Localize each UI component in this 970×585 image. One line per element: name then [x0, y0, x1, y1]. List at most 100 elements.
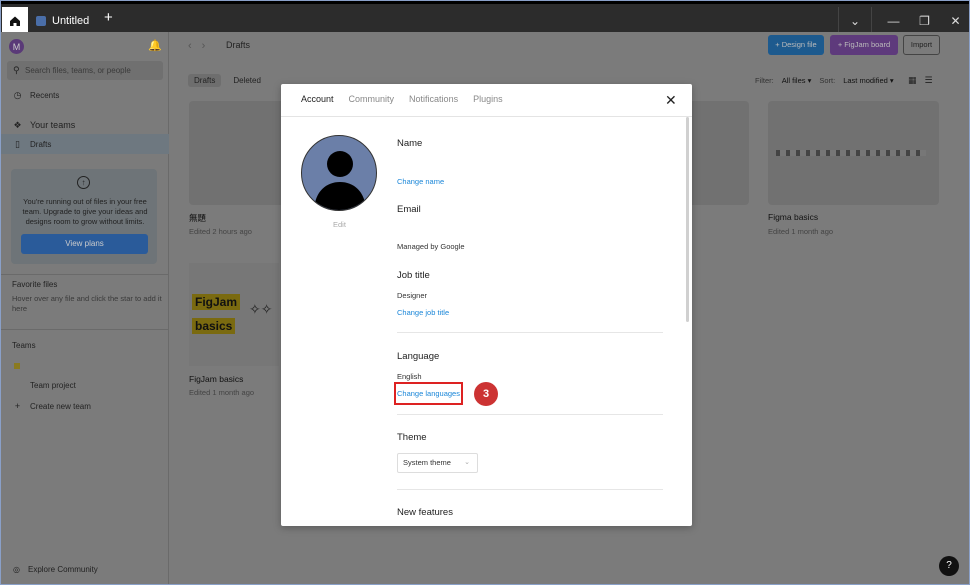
- divider: [397, 489, 663, 490]
- avatar[interactable]: M: [9, 39, 24, 54]
- tab-title: Untitled: [52, 15, 90, 27]
- close-window-button[interactable]: ✕: [940, 7, 969, 35]
- divider: [397, 414, 663, 415]
- language-heading: Language: [397, 351, 440, 362]
- help-button[interactable]: ?: [939, 556, 959, 576]
- upgrade-promo: ↑ You're running out of files in your fr…: [11, 169, 157, 264]
- change-job-title-link[interactable]: Change job title: [397, 308, 449, 317]
- file-card-title[interactable]: 無題: [189, 212, 206, 224]
- theme-value: System theme: [403, 458, 451, 467]
- file-card-thumbnail[interactable]: FigJam basics ✧✧: [189, 263, 279, 366]
- figma-icon: ❖: [13, 119, 22, 130]
- thumbnail-text: FigJam: [192, 294, 241, 310]
- globe-icon: ◎: [13, 565, 20, 574]
- user-silhouette-icon: [314, 151, 366, 210]
- profile-photo[interactable]: [301, 135, 377, 211]
- explore-label: Explore Community: [27, 565, 98, 574]
- step-badge: 3: [474, 382, 498, 406]
- create-team-button[interactable]: + Create new team: [1, 396, 169, 416]
- tab-untitled[interactable]: Untitled: [28, 7, 98, 35]
- account-settings-modal: Account Community Notifications Plugins …: [281, 84, 692, 526]
- breadcrumb: Drafts: [226, 40, 251, 50]
- file-card-subtitle: Edited 2 hours ago: [189, 227, 252, 236]
- theme-select[interactable]: System theme ⌄: [397, 453, 478, 473]
- favorite-files-heading: Favorite files: [12, 280, 58, 289]
- tab-drafts[interactable]: Drafts: [188, 74, 222, 87]
- filter-bar: Filter: All files ▾ Sort: Last modified …: [755, 76, 894, 85]
- scrollbar[interactable]: [686, 117, 689, 322]
- email-heading: Email: [397, 204, 421, 215]
- new-figjam-board-button[interactable]: + FigJam board: [830, 35, 898, 55]
- bell-icon[interactable]: 🔔: [148, 39, 162, 52]
- divider: [281, 116, 692, 117]
- thumbnail-graphic: [776, 150, 926, 156]
- name-heading: Name: [397, 138, 423, 149]
- sidebar: M 🔔 ⚲ Search files, teams, or people ◷ R…: [1, 32, 169, 584]
- sidebar-item-label: Drafts: [30, 139, 52, 149]
- file-card-subtitle: Edited 1 month ago: [768, 227, 834, 236]
- clock-icon: ◷: [13, 89, 22, 100]
- divider: [1, 329, 169, 330]
- tab-account[interactable]: Account: [301, 94, 334, 104]
- view-plans-button[interactable]: View plans: [21, 234, 148, 254]
- explore-community-link[interactable]: ◎ Explore Community: [13, 565, 98, 574]
- chevron-down-icon[interactable]: ⌄: [838, 7, 872, 35]
- list-icon[interactable]: ☰: [925, 75, 941, 85]
- change-name-link[interactable]: Change name: [397, 177, 444, 186]
- sidebar-item-label: Create new team: [30, 401, 91, 411]
- minimize-button[interactable]: —: [878, 7, 909, 35]
- divider: [1, 274, 169, 275]
- app-window: Untitled + ⌄ — ❐ ✕ M 🔔 ⚲ Search files, t…: [0, 0, 970, 585]
- nav-arrows[interactable]: ‹›: [188, 40, 215, 52]
- title-bar: Untitled + ⌄ — ❐ ✕: [1, 1, 969, 35]
- view-toggle[interactable]: ▦☰: [908, 75, 941, 86]
- chevron-down-icon: ⌄: [464, 459, 470, 466]
- tab-community[interactable]: Community: [349, 94, 395, 104]
- sidebar-item-drafts[interactable]: ▯ Drafts: [1, 134, 169, 154]
- new-tab-button[interactable]: +: [104, 9, 113, 26]
- restore-button[interactable]: ❐: [909, 7, 940, 35]
- team-project-link[interactable]: Team project: [30, 381, 76, 390]
- import-button[interactable]: Import: [903, 35, 940, 55]
- tab-deleted[interactable]: Deleted: [227, 74, 267, 87]
- sort-label: Sort:: [819, 76, 836, 85]
- new-features-heading: New features: [397, 507, 453, 518]
- thumbnail-text: basics: [192, 318, 236, 334]
- sidebar-item-label: Recents: [30, 90, 60, 100]
- home-icon: [10, 16, 20, 26]
- file-icon: [36, 16, 46, 26]
- close-icon[interactable]: ✕: [665, 92, 677, 109]
- promo-text: You're running out of files in your free…: [22, 197, 148, 226]
- tab-notifications[interactable]: Notifications: [409, 94, 458, 104]
- sort-select[interactable]: Last modified ▾: [843, 76, 893, 85]
- file-card-thumbnail[interactable]: [768, 101, 939, 205]
- job-title-heading: Job title: [397, 270, 430, 281]
- search-placeholder: Search files, teams, or people: [25, 66, 131, 75]
- sidebar-item-your-teams[interactable]: ❖ Your teams: [1, 115, 169, 135]
- favorite-hint: Hover over any file and click the star t…: [12, 294, 162, 313]
- divider: [397, 332, 663, 333]
- file-card-title[interactable]: FigJam basics: [189, 374, 243, 384]
- edit-photo-link[interactable]: Edit: [333, 220, 346, 229]
- home-button[interactable]: [2, 7, 28, 35]
- email-value: Managed by Google: [397, 242, 465, 251]
- teams-heading: Teams: [12, 341, 36, 350]
- new-design-file-button[interactable]: + Design file: [768, 35, 824, 55]
- team-color-icon[interactable]: [14, 363, 20, 369]
- file-card-subtitle: Edited 1 month ago: [189, 388, 255, 397]
- sparkle-icon: ✧✧: [249, 301, 273, 317]
- tab-plugins[interactable]: Plugins: [473, 94, 503, 104]
- filter-label: Filter:: [755, 76, 774, 85]
- search-input[interactable]: ⚲ Search files, teams, or people: [7, 61, 163, 80]
- highlight-box: [394, 382, 463, 405]
- grid-icon[interactable]: ▦: [908, 75, 925, 85]
- sidebar-item-label: Your teams: [30, 120, 76, 130]
- job-title-value: Designer: [397, 291, 428, 300]
- filter-select[interactable]: All files ▾: [782, 76, 812, 85]
- search-icon: ⚲: [13, 65, 20, 75]
- file-icon: ▯: [15, 138, 20, 149]
- file-card-title[interactable]: Figma basics: [768, 212, 818, 222]
- arrow-up-icon: ↑: [77, 176, 90, 189]
- sidebar-item-recents[interactable]: ◷ Recents: [1, 85, 169, 105]
- plus-icon: +: [14, 401, 21, 411]
